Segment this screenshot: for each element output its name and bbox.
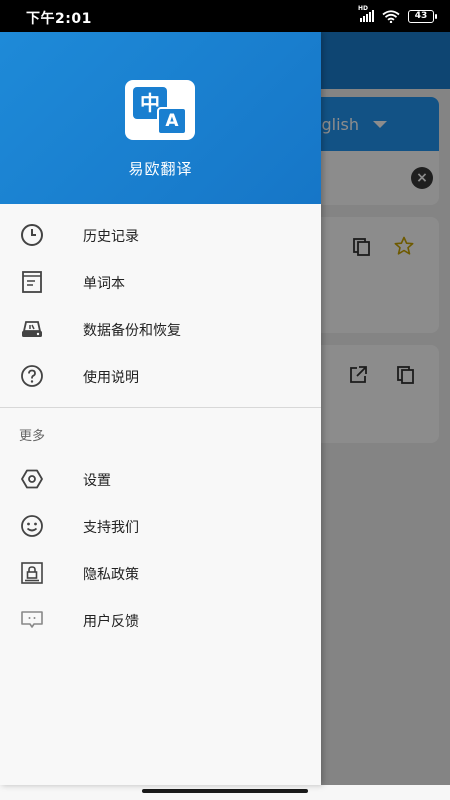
smile-icon [21,515,43,537]
backup-drive-icon [22,321,42,337]
menu-item-label: 支持我们 [83,520,139,536]
wifi-icon [382,9,400,23]
network-type-label: HD [358,5,369,12]
privacy-lock-icon [21,562,43,584]
home-indicator[interactable] [142,789,308,793]
status-bar: 下午2:01 HD 43 [0,0,450,32]
menu-item-feedback[interactable]: 用户反馈 [0,597,321,643]
menu-item-label: 隐私政策 [83,567,139,583]
menu-item-wordbook[interactable]: 单词本 [0,259,321,305]
app-logo: 中 A [125,80,195,140]
feedback-chat-icon [21,611,43,628]
status-icons: HD 43 [358,5,437,23]
cellular-signal-icon: HD [358,5,374,22]
navigation-drawer: 中 A 易欧翻译 历史记录 单词本 数据备份和恢复 使用说明 更多 设置 支持我… [0,32,321,785]
status-time: 下午2:01 [26,11,92,27]
menu-item-history[interactable]: 历史记录 [0,212,321,258]
drawer-header: 中 A 易欧翻译 [0,32,321,204]
menu-item-label: 历史记录 [83,229,139,245]
menu-item-label: 使用说明 [83,370,139,386]
menu-item-privacy[interactable]: 隐私政策 [0,550,321,596]
settings-hexagon-icon [21,469,43,489]
menu-item-label: 单词本 [83,276,125,292]
battery-icon: 43 [408,9,437,23]
menu-divider [0,407,321,408]
help-circle-icon [21,365,43,387]
menu-item-label: 数据备份和恢复 [83,323,181,339]
menu-item-backup[interactable]: 数据备份和恢复 [0,306,321,352]
logo-english-block: A [157,107,187,135]
menu-item-label: 用户反馈 [83,614,139,630]
app-name: 易欧翻译 [128,160,193,178]
more-section-title: 更多 [19,429,46,444]
history-clock-icon [21,224,43,246]
menu-item-label: 设置 [83,473,111,489]
menu-item-settings[interactable]: 设置 [0,456,321,502]
wordbook-icon [22,271,42,293]
menu-item-help[interactable]: 使用说明 [0,353,321,399]
menu-item-support[interactable]: 支持我们 [0,503,321,549]
